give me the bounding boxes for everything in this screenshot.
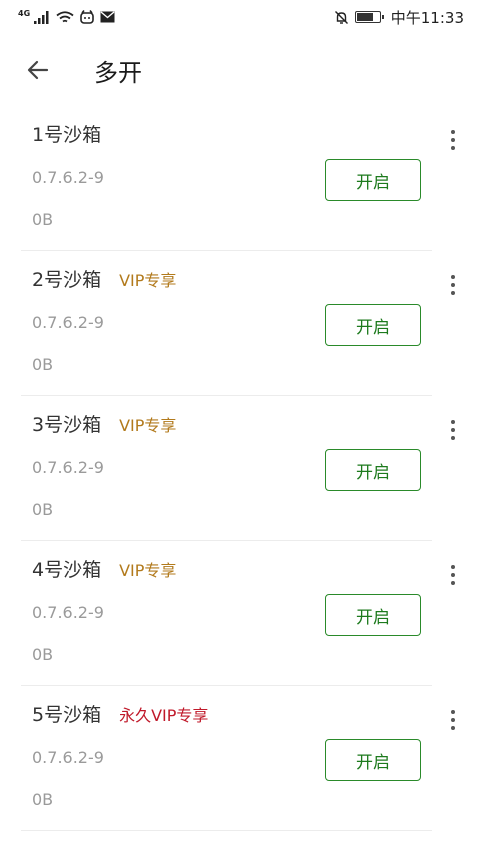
sandbox-name: 2号沙箱 <box>32 269 102 291</box>
battery-level-fill <box>356 13 374 21</box>
sandbox-title-row: 3号沙箱 VIP专享 <box>32 410 176 437</box>
more-dot <box>451 420 455 424</box>
next-item-peek <box>0 831 480 853</box>
more-dot <box>451 428 455 432</box>
sandbox-size: 0B <box>32 210 54 229</box>
sandbox-version: 0.7.6.2-9 <box>32 458 104 477</box>
clock: 中午11:33 <box>390 8 464 27</box>
more-options-icon[interactable] <box>444 273 462 297</box>
sandbox-item[interactable]: 2号沙箱 VIP专享 0.7.6.2-9 0B 开启 <box>0 251 480 396</box>
sandbox-title-row: 2号沙箱 VIP专享 <box>32 265 176 292</box>
sandbox-size: 0B <box>32 355 54 374</box>
more-options-icon[interactable] <box>444 418 462 442</box>
permanent-vip-badge: 永久VIP专享 <box>119 706 209 725</box>
more-dot <box>451 436 455 440</box>
sandbox-name: 4号沙箱 <box>32 559 102 581</box>
screen: 4G 中午11:33 多开 1号沙箱 0.7.6.2-9 0B 开启 2号沙箱 … <box>0 0 480 853</box>
sandbox-item[interactable]: 4号沙箱 VIP专享 0.7.6.2-9 0B 开启 <box>0 541 480 686</box>
sandbox-item[interactable]: 3号沙箱 VIP专享 0.7.6.2-9 0B 开启 <box>0 396 480 541</box>
sandbox-size: 0B <box>32 500 54 519</box>
more-dot <box>451 130 455 134</box>
more-dot <box>451 138 455 142</box>
status-bar-left: 4G <box>18 8 115 24</box>
more-dot <box>451 710 455 714</box>
sandbox-version: 0.7.6.2-9 <box>32 603 104 622</box>
more-dot <box>451 146 455 150</box>
sandbox-size: 0B <box>32 790 54 809</box>
more-dot <box>451 565 455 569</box>
more-options-icon[interactable] <box>444 708 462 732</box>
sandbox-name: 5号沙箱 <box>32 704 102 726</box>
sandbox-title-row: 4号沙箱 VIP专享 <box>32 555 176 582</box>
sandbox-item[interactable]: 5号沙箱 永久VIP专享 0.7.6.2-9 0B 开启 <box>0 686 480 831</box>
more-dot <box>451 726 455 730</box>
more-dot <box>451 718 455 722</box>
network-type-label: 4G <box>18 8 31 18</box>
sandbox-version: 0.7.6.2-9 <box>32 748 104 767</box>
open-sandbox-button[interactable]: 开启 <box>325 739 421 781</box>
open-sandbox-button[interactable]: 开启 <box>325 594 421 636</box>
vip-badge: VIP专享 <box>119 271 177 290</box>
sandbox-size: 0B <box>32 645 54 664</box>
more-dot <box>451 275 455 279</box>
sandbox-name: 3号沙箱 <box>32 414 102 436</box>
mute-bell-icon <box>334 10 348 24</box>
sandbox-item[interactable]: 1号沙箱 0.7.6.2-9 0B 开启 <box>0 106 480 251</box>
sandbox-title-row: 5号沙箱 永久VIP专享 <box>32 700 208 727</box>
mail-icon <box>100 11 115 23</box>
vip-badge: VIP专享 <box>119 416 177 435</box>
more-options-icon[interactable] <box>444 128 462 152</box>
vip-badge: VIP专享 <box>119 561 177 580</box>
sandbox-title-row: 1号沙箱 <box>32 120 101 147</box>
app-toolbar: 多开 <box>0 34 480 106</box>
back-arrow-icon <box>27 60 49 80</box>
open-sandbox-button[interactable]: 开启 <box>325 449 421 491</box>
sandbox-version: 0.7.6.2-9 <box>32 313 104 332</box>
signal-icon <box>34 10 49 24</box>
status-bar-right: 中午11:33 <box>334 7 464 28</box>
sandbox-version: 0.7.6.2-9 <box>32 168 104 187</box>
wifi-icon <box>56 10 74 22</box>
page-title: 多开 <box>94 58 142 87</box>
more-dot <box>451 581 455 585</box>
sandbox-list: 1号沙箱 0.7.6.2-9 0B 开启 2号沙箱 VIP专享 0.7.6.2-9 0B 开启 3… <box>0 106 480 831</box>
more-dot <box>451 573 455 577</box>
more-dot <box>451 291 455 295</box>
back-button[interactable] <box>18 50 58 90</box>
status-bar: 4G 中午11:33 <box>0 0 480 34</box>
app-notification-icon <box>80 10 94 24</box>
more-dot <box>451 283 455 287</box>
open-sandbox-button[interactable]: 开启 <box>325 304 421 346</box>
battery-icon <box>354 11 384 23</box>
open-sandbox-button[interactable]: 开启 <box>325 159 421 201</box>
more-options-icon[interactable] <box>444 563 462 587</box>
sandbox-name: 1号沙箱 <box>32 124 102 146</box>
